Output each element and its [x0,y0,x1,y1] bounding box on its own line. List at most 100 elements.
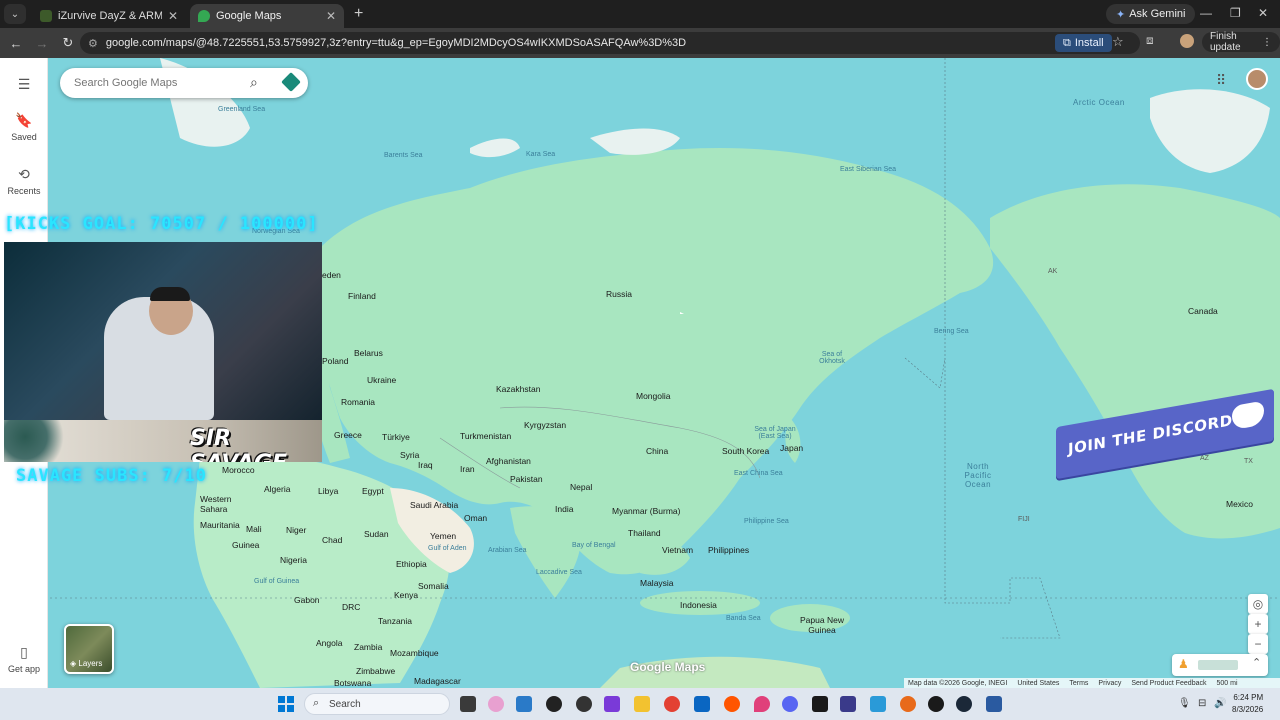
map-label: Niger [286,525,307,535]
ask-gemini-button[interactable]: ✦ Ask Gemini [1106,4,1196,24]
close-window-icon[interactable]: ✕ [1258,6,1268,20]
map-label: East China Sea [734,470,783,477]
map-label: Mozambique [390,648,439,658]
taskbar-search[interactable]: ⌕ Search [304,693,450,715]
mouse-cursor [680,312,684,314]
terms-link[interactable]: Terms [1069,680,1088,687]
search-box[interactable]: ⌕ [60,68,308,98]
volume-icon[interactable]: 🔊 [1214,698,1226,709]
minimize-icon[interactable]: — [1200,6,1212,20]
street-view-controls[interactable]: ♟ ⌃ [1172,654,1268,676]
app-icon[interactable] [900,696,916,712]
search-icon[interactable]: ⌕ [250,74,258,91]
task-view-icon[interactable] [460,696,476,712]
close-tab-icon[interactable]: ✕ [326,9,336,23]
map-label: Turkmenistan [460,431,512,441]
streamer-cap [150,287,190,301]
app-icon[interactable] [516,696,532,712]
map-label: Angola [316,638,343,648]
map-label: FIJI [1018,516,1030,523]
chrome-icon[interactable] [664,696,680,712]
directions-icon[interactable] [281,72,301,92]
map-label: Egypt [362,486,384,496]
tab-title: Google Maps [216,10,282,22]
app-icon[interactable] [986,696,1002,712]
ask-gemini-label: Ask Gemini [1129,8,1186,20]
system-clock[interactable]: 6:24 PM 8/3/2026 [1232,692,1263,716]
forward-icon[interactable]: → [30,36,54,51]
mic-icon[interactable]: 🎙 [1178,698,1191,709]
search-input[interactable] [74,77,244,89]
url-text[interactable]: google.com/maps/@48.7225551,53.5759927,3… [106,37,686,49]
my-location-button[interactable]: ◎ [1248,594,1268,614]
map-canvas[interactable]: ☰ 🔖 Saved ⟲ Recents ▯ Get app ⌕ ⠿ Arctic Oc… [0,58,1280,688]
discord-logo-icon [1232,400,1264,431]
map-label: Banda Sea [726,615,761,622]
imagery-thumbnails[interactable] [1198,660,1238,670]
map-label: Nepal [570,482,593,492]
profile-avatar[interactable] [1180,34,1194,48]
map-label: Arabian Sea [488,547,527,554]
network-icon[interactable]: ⊟ [1198,698,1206,709]
zoom-in-button[interactable]: + [1248,614,1268,634]
restore-icon[interactable]: ❐ [1230,6,1241,20]
steam-icon[interactable] [956,696,972,712]
app-icon[interactable] [604,696,620,712]
pegman-icon[interactable]: ♟ [1178,657,1189,671]
file-explorer-icon[interactable] [634,696,650,712]
soundcloud-icon[interactable] [724,696,740,712]
site-info-icon[interactable]: ⚙ [88,37,98,50]
recents-button[interactable]: ⟲ Recents [0,166,48,196]
map-label: Mauritania [200,520,240,530]
install-app-button[interactable]: ⧉ Install [1055,34,1112,52]
obs-icon[interactable] [928,696,944,712]
menu-button[interactable]: ☰ [0,76,48,96]
scale-label[interactable]: 500 mi [1216,680,1237,687]
get-app-button[interactable]: ▯ Get app [0,644,48,674]
app-icon[interactable] [870,696,886,712]
finish-update-button[interactable]: Finish update ⋮ [1202,31,1280,53]
app-icon[interactable] [576,696,592,712]
map-label: Romania [341,397,376,407]
map-label: Finland [348,291,376,301]
streamer-name: SIR SAVAGE [190,426,287,462]
map-label: Sea of Okhotsk [819,351,845,365]
privacy-link[interactable]: Privacy [1098,680,1121,687]
address-bar[interactable]: ⚙ google.com/maps/@48.7225551,53.5759927… [80,32,1140,54]
copilot-icon[interactable] [488,696,504,712]
zoom-out-button[interactable]: − [1248,634,1268,654]
tab-strip: ⌄ iZurvive DayZ & ARMA Map: C ✕ Google M… [0,0,1280,28]
new-tab-button[interactable]: + [354,5,363,23]
back-icon[interactable]: ← [4,36,28,51]
tab-google-maps[interactable]: Google Maps ✕ [190,4,344,28]
map-label: Somalia [418,581,449,591]
map-label: AK [1048,268,1058,275]
capcut-icon[interactable] [812,696,828,712]
google-apps-icon[interactable]: ⠿ [1216,72,1226,89]
region-link[interactable]: United States [1017,680,1059,687]
app-icon[interactable] [840,696,856,712]
discord-icon[interactable] [782,696,798,712]
tab-izurvive[interactable]: iZurvive DayZ & ARMA Map: C ✕ [32,4,186,28]
bookmark-star-icon[interactable]: ☆ [1112,34,1124,50]
feedback-link[interactable]: Send Product Feedback [1131,680,1206,687]
app-icon[interactable] [754,696,770,712]
saved-button[interactable]: 🔖 Saved [0,112,48,142]
tab-search-dropdown[interactable]: ⌄ [4,4,26,24]
history-icon: ⟲ [18,166,30,182]
reload-icon[interactable]: ↻ [56,35,80,51]
clock-time: 6:24 PM [1233,693,1264,702]
map-label: Libya [318,486,339,496]
windows-start-icon[interactable] [278,696,294,712]
close-tab-icon[interactable]: ✕ [168,9,178,23]
expand-up-icon[interactable]: ⌃ [1252,656,1261,669]
app-icon[interactable] [546,696,562,712]
extensions-icon[interactable]: ⧈ [1146,33,1154,48]
bookmark-icon: 🔖 [15,112,33,128]
account-avatar[interactable] [1246,68,1268,90]
app-icon[interactable] [694,696,710,712]
get-app-label: Get app [7,664,41,674]
map-label: Madagascar [414,676,461,686]
windows-taskbar: ⌕ Search 🎙 ⊟ 🔊 6:24 PM 8/3/2026 [0,688,1280,720]
layers-button[interactable]: ◈ Layers [64,624,114,674]
